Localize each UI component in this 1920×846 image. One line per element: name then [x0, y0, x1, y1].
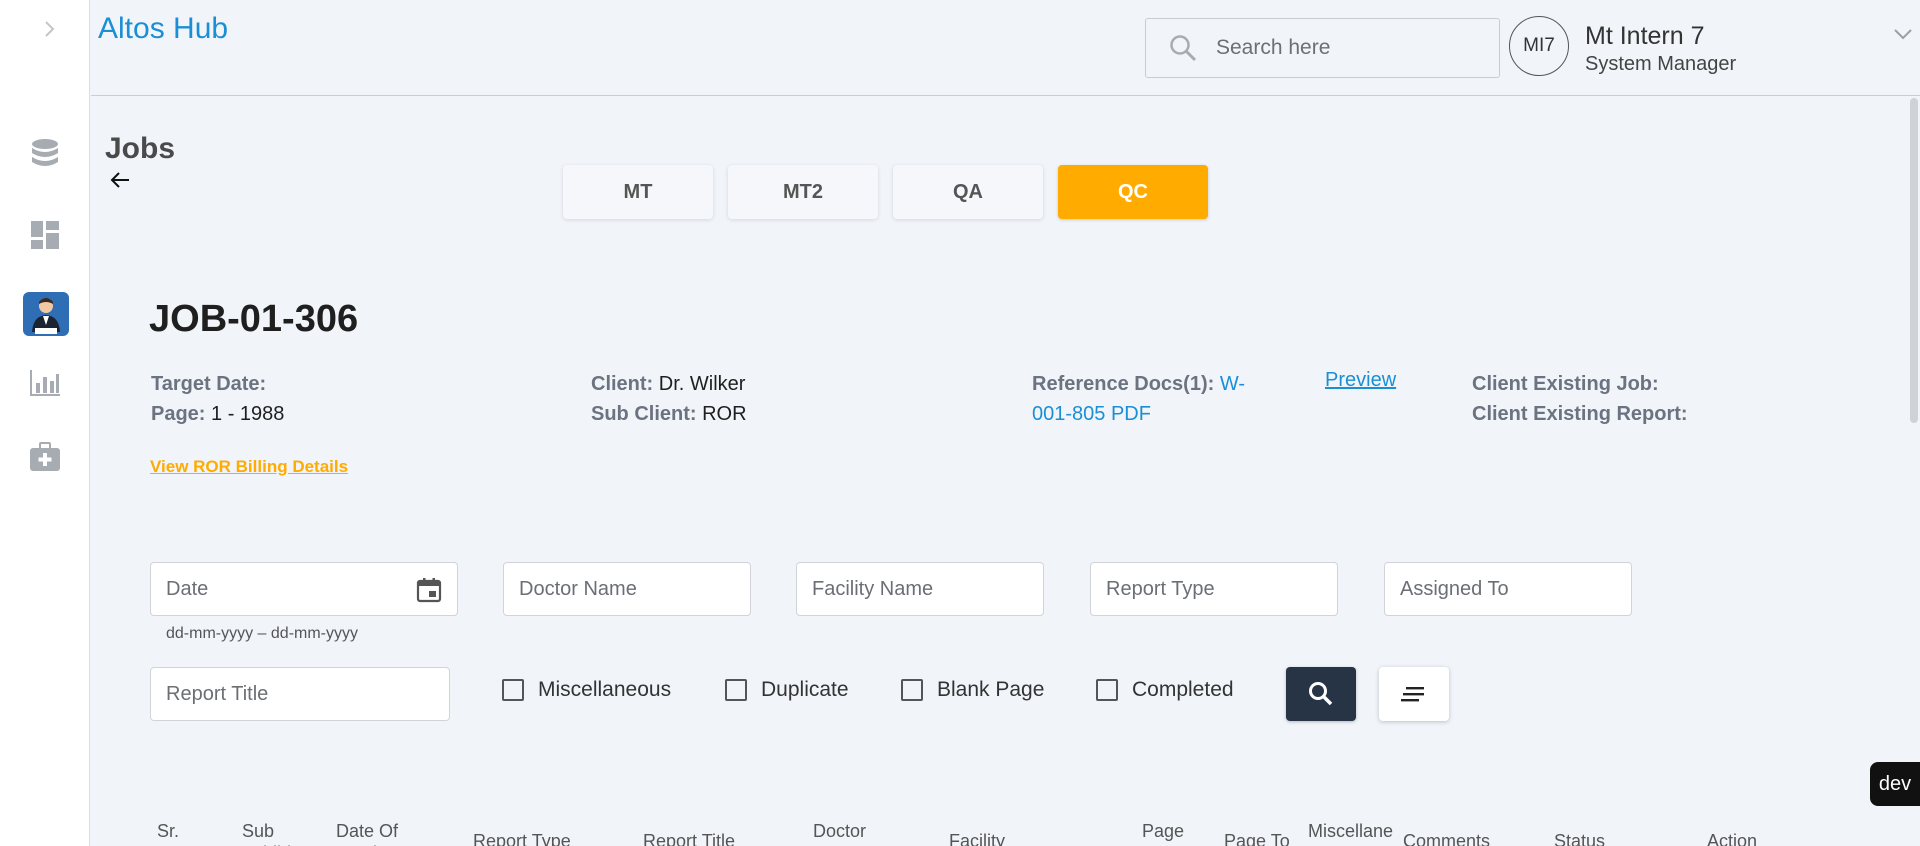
calendar-icon[interactable]	[415, 576, 443, 604]
facility-name-field[interactable]: Facility Name	[796, 562, 1044, 616]
tab-mt2[interactable]: MT2	[728, 165, 878, 219]
blank-page-label: Blank Page	[937, 678, 1045, 701]
checkbox-square[interactable]	[901, 679, 923, 701]
reference-docs-row: Reference Docs(1): W-	[1032, 369, 1245, 399]
completed-label: Completed	[1132, 678, 1234, 701]
report-type-placeholder: Report Type	[1106, 577, 1215, 600]
col-comments[interactable]: Comments	[1403, 830, 1490, 846]
sub-client-row: Sub Client: ROR	[591, 399, 747, 429]
page-value: 1 - 1988	[205, 403, 285, 425]
facility-name-placeholder: Facility Name	[812, 577, 934, 600]
page-label: Page:	[151, 403, 206, 425]
date-field-placeholder: Date	[166, 577, 209, 600]
col-sr-no[interactable]: Sr. No.	[157, 820, 185, 846]
report-title-field[interactable]: Report Title	[150, 667, 450, 721]
doctor-name-placeholder: Doctor Name	[519, 577, 637, 600]
doctor-name-field[interactable]: Doctor Name	[503, 562, 751, 616]
col-page-from[interactable]: Page From	[1142, 820, 1184, 846]
col-sub-exhibit[interactable]: Sub Exhibit	[242, 820, 296, 846]
tab-mt[interactable]: MT	[563, 165, 713, 219]
duplicate-label: Duplicate	[761, 678, 849, 701]
filter-lines-icon	[1401, 687, 1424, 702]
chevron-down-icon[interactable]	[1891, 22, 1915, 46]
bar-chart-icon[interactable]	[27, 365, 63, 401]
user-avatar[interactable]: MI7	[1509, 16, 1569, 76]
search-icon	[1309, 682, 1333, 706]
col-report-type[interactable]: Report Type	[473, 830, 571, 846]
date-format-hint: dd-mm-yyyy – dd-mm-yyyy	[166, 625, 359, 642]
report-type-field[interactable]: Report Type	[1090, 562, 1338, 616]
client-existing-job-label: Client Existing Job:	[1472, 373, 1659, 395]
medical-kit-icon[interactable]	[27, 439, 63, 475]
col-date-of-service[interactable]: Date Of Service	[336, 820, 398, 846]
checkbox-square[interactable]	[725, 679, 747, 701]
doctor-avatar-icon[interactable]	[23, 292, 69, 336]
col-action[interactable]: Action	[1707, 830, 1757, 846]
tab-qa[interactable]: QA	[893, 165, 1043, 219]
sub-client-value: ROR	[696, 403, 747, 425]
assigned-to-field[interactable]: Assigned To	[1384, 562, 1632, 616]
page-range-row: Page: 1 - 1988	[151, 399, 284, 429]
reference-doc-link[interactable]: W-	[1214, 373, 1245, 395]
col-status[interactable]: Status	[1554, 830, 1605, 846]
tab-qc[interactable]: QC	[1058, 165, 1208, 219]
checkbox-square[interactable]	[1096, 679, 1118, 701]
search-icon	[1170, 35, 1197, 62]
global-search[interactable]	[1145, 18, 1500, 78]
sub-client-label: Sub Client:	[591, 403, 697, 425]
clear-filter-button[interactable]	[1379, 667, 1449, 721]
checkbox-square[interactable]	[502, 679, 524, 701]
environment-badge: dev	[1870, 762, 1920, 806]
col-report-title[interactable]: Report Title	[643, 830, 735, 846]
page-title: Jobs	[105, 132, 176, 165]
preview-link[interactable]: Preview	[1325, 369, 1396, 392]
client-row: Client: Dr. Wilker	[591, 369, 745, 399]
dashboard-icon[interactable]	[27, 217, 63, 253]
col-facility[interactable]: Facility	[949, 830, 1005, 846]
search-input[interactable]	[1216, 36, 1476, 60]
client-existing-job-row: Client Existing Job:	[1472, 369, 1659, 399]
sidebar	[0, 0, 90, 846]
app-brand[interactable]: Altos Hub	[98, 12, 228, 46]
billing-details-link[interactable]: View ROR Billing Details	[150, 457, 348, 477]
report-title-placeholder: Report Title	[166, 682, 269, 705]
reference-docs-label: Reference Docs(1):	[1032, 373, 1215, 395]
vertical-scrollbar-thumb[interactable]	[1910, 98, 1918, 423]
completed-checkbox[interactable]: Completed	[1096, 678, 1234, 702]
miscellaneous-label: Miscellaneous	[538, 678, 672, 701]
col-page-to[interactable]: Page To	[1224, 830, 1290, 846]
job-id: JOB-01-306	[149, 298, 359, 340]
assigned-to-placeholder: Assigned To	[1400, 577, 1509, 600]
client-existing-report-label: Client Existing Report:	[1472, 403, 1688, 425]
client-label: Client:	[591, 373, 654, 395]
col-miscellaneous[interactable]: Miscellane	[1308, 820, 1393, 842]
top-header: Altos Hub MI7 Mt Intern 7 System Manager	[91, 0, 1920, 96]
search-button[interactable]	[1286, 667, 1356, 721]
target-date-row: Target Date:	[151, 369, 266, 399]
duplicate-checkbox[interactable]: Duplicate	[725, 678, 849, 702]
reference-doc-link-continued[interactable]: 001-805 PDF	[1032, 399, 1151, 429]
client-existing-report-row: Client Existing Report:	[1472, 399, 1688, 429]
date-range-field[interactable]: Date	[150, 562, 458, 616]
database-icon[interactable]	[27, 137, 63, 173]
user-name: Mt Intern 7	[1585, 22, 1705, 50]
col-doctor-name[interactable]: Doctor Name	[813, 820, 866, 846]
miscellaneous-checkbox[interactable]: Miscellaneous	[502, 678, 671, 702]
target-date-label: Target Date:	[151, 373, 267, 395]
client-value: Dr. Wilker	[653, 373, 746, 395]
sidebar-expand-chevron-icon[interactable]	[38, 18, 60, 40]
back-arrow-icon[interactable]	[108, 168, 132, 192]
user-role: System Manager	[1585, 53, 1737, 75]
blank-page-checkbox[interactable]: Blank Page	[901, 678, 1044, 702]
